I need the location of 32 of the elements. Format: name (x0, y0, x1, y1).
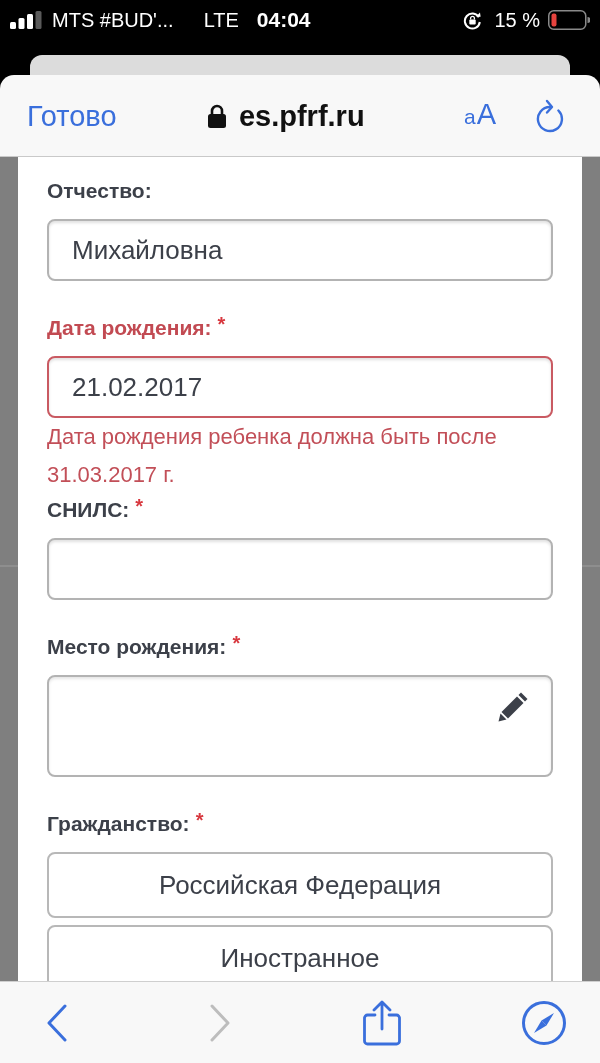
field-label: Отчество: (47, 178, 152, 204)
compass-icon[interactable] (522, 1000, 566, 1045)
pencil-icon[interactable] (498, 690, 530, 722)
done-button[interactable]: Готово (27, 98, 117, 133)
lock-icon (207, 103, 226, 128)
text-input[interactable] (47, 538, 553, 600)
required-asterisk: * (195, 810, 204, 830)
carrier-name: MTS #BUD'... (52, 8, 174, 32)
field-label: Дата рождения: (47, 315, 212, 341)
reload-icon[interactable] (535, 98, 565, 133)
battery-percent: 15 % (494, 8, 540, 32)
choice-option-button[interactable]: Иностранное (47, 925, 553, 981)
required-asterisk: * (135, 496, 144, 516)
field-label: СНИЛС: (47, 497, 130, 523)
signal-icon (10, 11, 42, 29)
clock-time: 04:04 (256, 8, 311, 32)
text-size-button[interactable]: aA (463, 97, 496, 134)
field-label: Место рождения: (47, 634, 227, 660)
back-icon[interactable] (46, 1003, 68, 1042)
text-input[interactable]: Михайловна (47, 219, 553, 281)
required-asterisk: * (232, 633, 241, 653)
textarea-field[interactable] (47, 675, 553, 777)
rotation-lock-icon (463, 10, 483, 30)
error-message: Дата рождения ребенка должна быть после 31.03.2017 г. (47, 423, 498, 489)
share-icon[interactable] (363, 999, 401, 1046)
url-field[interactable]: es.pfrf.ru (238, 98, 365, 133)
battery-icon (548, 10, 590, 30)
field-label: Гражданство: (47, 811, 190, 837)
required-asterisk: * (217, 314, 226, 334)
choice-option-button[interactable]: Российская Федерация (47, 852, 553, 918)
text-input[interactable]: 21.02.2017 (47, 356, 553, 418)
network-type: LTE (203, 8, 239, 32)
